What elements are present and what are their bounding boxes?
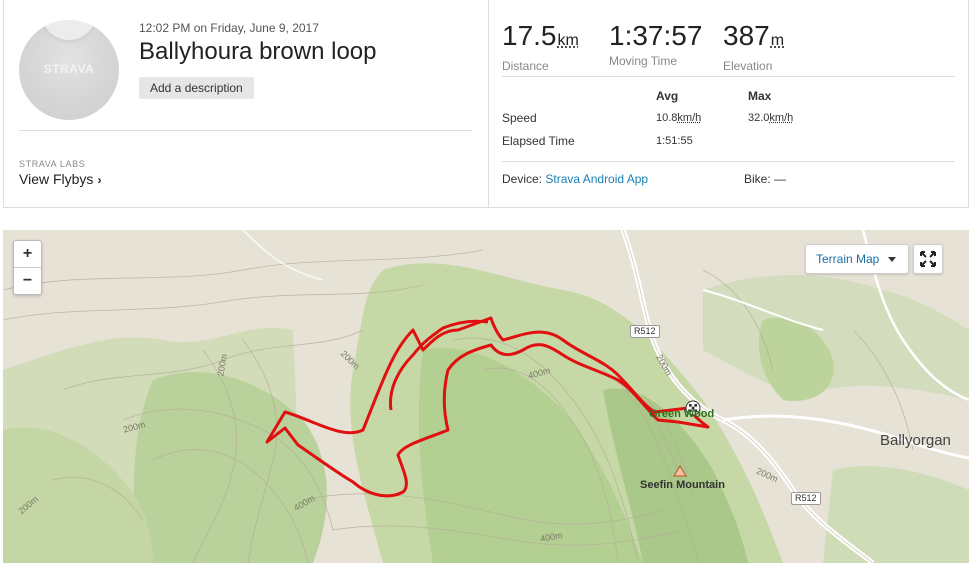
speed-avg: 10.8km/h: [656, 112, 701, 124]
divider: [502, 161, 955, 162]
strava-labs-caption: STRAVA LABS: [19, 159, 86, 169]
zoom-out-button[interactable]: −: [14, 268, 41, 294]
device-label: Device:: [502, 172, 543, 186]
elevation-label: Elevation: [723, 59, 773, 73]
speed-max: 32.0km/h: [748, 112, 793, 124]
bike-info: Bike: —: [744, 172, 786, 186]
place-label: Green Wood: [649, 408, 715, 420]
activity-stats: 17.5km Distance 1:37:57 Moving Time 387m…: [489, 0, 969, 208]
avatar-logo: STRAVA: [43, 62, 95, 76]
speed-avg-value: 10.8: [656, 112, 678, 124]
terrain-map-canvas[interactable]: [3, 230, 969, 563]
speed-max-value: 32.0: [748, 112, 770, 124]
zoom-in-button[interactable]: +: [14, 241, 41, 268]
stat-moving-time: 1:37:57 Moving Time: [609, 20, 702, 68]
chevron-right-icon: ›: [97, 173, 102, 187]
terrain-map-label: Terrain Map: [816, 252, 880, 266]
moving-time-label: Moving Time: [609, 54, 678, 68]
peak-label: Seefin Mountain: [640, 479, 725, 491]
distance-unit: km: [557, 32, 579, 49]
elevation-value: 387: [723, 20, 770, 51]
elapsed-time-label: Elapsed Time: [502, 134, 575, 148]
avg-header: Avg: [656, 89, 679, 103]
max-header: Max: [748, 89, 772, 103]
town-label: Ballyorgan: [880, 432, 951, 449]
athlete-avatar[interactable]: STRAVA: [19, 20, 119, 120]
activity-datetime: 12:02 PM on Friday, June 9, 2017: [139, 21, 319, 35]
terrain-map-dropdown[interactable]: Terrain Map: [805, 244, 909, 274]
divider: [502, 76, 955, 77]
road-label: R512: [630, 325, 660, 338]
avatar-collar: [41, 20, 97, 40]
device-link[interactable]: Strava Android App: [545, 172, 648, 186]
speed-label: Speed: [502, 111, 537, 125]
road-label: R512: [791, 492, 821, 505]
bike-label: Bike:: [744, 172, 771, 186]
bike-value: —: [774, 172, 787, 186]
distance-label: Distance: [502, 59, 549, 73]
distance-value: 17.5: [502, 20, 557, 51]
fullscreen-button[interactable]: [913, 244, 943, 274]
view-flybys-link[interactable]: View Flybys ›: [19, 171, 101, 187]
elevation-unit: m: [770, 32, 785, 49]
speed-unit: km/h: [769, 112, 794, 124]
speed-unit: km/h: [677, 112, 702, 124]
view-flybys-label: View Flybys: [19, 171, 94, 187]
caret-down-icon: [888, 257, 896, 262]
route-map[interactable]: + − Terrain Map Ballyorgan Seefin Mounta…: [3, 230, 969, 563]
moving-time-value: 1:37:57: [609, 20, 703, 51]
divider: [19, 130, 472, 131]
expand-arrows-icon: [920, 251, 936, 267]
add-description-button[interactable]: Add a description: [139, 77, 254, 99]
stat-elevation: 387m Elevation: [723, 20, 784, 73]
zoom-control: + −: [13, 240, 42, 295]
activity-title[interactable]: Ballyhoura brown loop: [139, 38, 376, 66]
elapsed-time-value: 1:51:55: [656, 135, 693, 147]
device-info: Device: Strava Android App: [502, 172, 648, 186]
stat-distance: 17.5km Distance: [502, 20, 579, 73]
activity-header: STRAVA 12:02 PM on Friday, June 9, 2017 …: [4, 0, 489, 208]
activity-summary-card: STRAVA 12:02 PM on Friday, June 9, 2017 …: [3, 0, 969, 208]
